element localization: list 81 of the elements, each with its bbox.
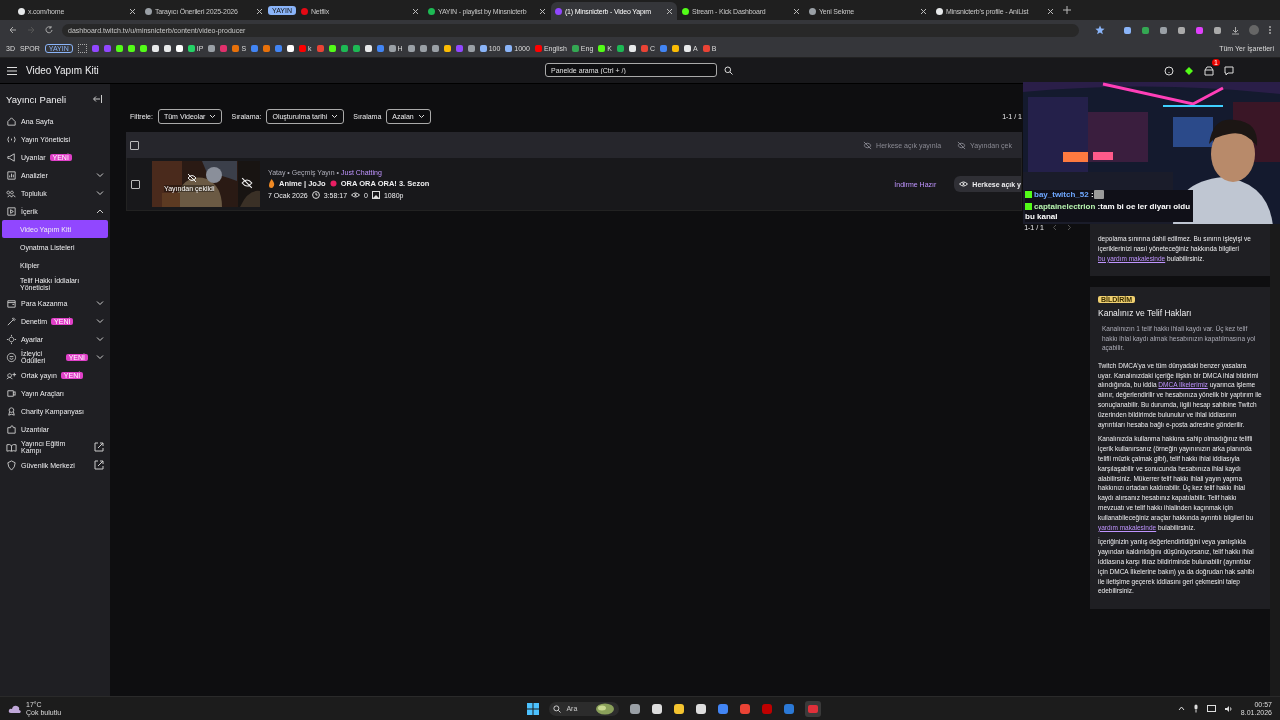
card-title: Kanalınız ve Telif Hakları (1098, 308, 1193, 319)
content-icon (6, 205, 17, 217)
flame-icon (268, 179, 275, 188)
bookmark-icon[interactable] (151, 45, 159, 52)
eye-icon (959, 180, 969, 188)
inbox-icon[interactable] (1204, 65, 1214, 76)
chat-icon[interactable] (1224, 65, 1234, 76)
eye-off-icon (241, 177, 253, 189)
scrollbar[interactable] (1270, 224, 1280, 696)
help-icon[interactable] (1164, 65, 1174, 76)
back-icon[interactable] (8, 25, 18, 35)
collapse-icon[interactable] (92, 95, 102, 103)
wand-icon (6, 315, 17, 327)
wallet-icon (6, 297, 17, 309)
close-icon[interactable] (411, 7, 419, 15)
panel-title: Yayıncı Paneli (6, 93, 67, 105)
plus-icon[interactable] (1062, 6, 1071, 14)
diamond-icon[interactable] (1184, 65, 1194, 76)
bookmark-icon[interactable] (328, 45, 336, 52)
windows-icon[interactable] (527, 702, 540, 715)
bookmark-icon[interactable] (127, 45, 135, 52)
bookmark-icon[interactable] (163, 45, 171, 52)
emote-icon (1093, 190, 1104, 200)
caret-icon (209, 113, 217, 119)
star-icon[interactable] (1095, 25, 1105, 35)
cloud-icon (8, 703, 22, 714)
app-icon[interactable] (629, 702, 642, 715)
live-icon (329, 180, 337, 187)
close-icon[interactable] (538, 7, 546, 15)
puzzle-icon (6, 423, 17, 435)
bookmark-icon[interactable] (139, 45, 147, 52)
chat-message: bay_twitch_52 : (1025, 190, 1193, 200)
chart-icon (6, 169, 17, 181)
checkbox[interactable] (130, 140, 139, 150)
checkbox[interactable] (131, 179, 140, 189)
menu-icon[interactable] (6, 65, 18, 76)
close-icon[interactable] (1046, 7, 1054, 15)
bookmark-icon[interactable] (364, 45, 372, 52)
download-icon[interactable] (1231, 25, 1240, 35)
close-icon[interactable] (919, 7, 927, 15)
previous-page-icon[interactable] (1052, 224, 1058, 231)
home-icon (6, 115, 17, 127)
image-icon (371, 191, 380, 199)
caret-icon[interactable] (1177, 706, 1185, 711)
bookmark-icon[interactable] (287, 45, 295, 52)
page-title: Video Yapım Kiti (26, 65, 99, 76)
search-icon (553, 704, 562, 713)
eye-off-icon (957, 140, 967, 150)
megaphone-icon (6, 151, 17, 163)
shield-icon (6, 459, 17, 471)
close-icon[interactable] (665, 7, 673, 15)
close-icon[interactable] (256, 7, 263, 15)
monitor-icon[interactable] (1206, 704, 1216, 713)
close-icon[interactable] (129, 7, 136, 15)
award-icon (6, 405, 17, 417)
widget-icon (595, 702, 616, 715)
reload-icon[interactable] (44, 25, 54, 35)
app-icon[interactable] (695, 702, 708, 715)
next-page-icon[interactable] (1066, 224, 1072, 231)
app-icon[interactable] (673, 702, 686, 715)
bookmark-icon[interactable] (175, 45, 183, 52)
eye-off-icon (187, 173, 197, 183)
caret-icon (417, 113, 425, 119)
eye-off-icon (863, 140, 873, 150)
apps-icon[interactable] (77, 44, 87, 53)
chat-message: captainelectrion :tam bi oe ler diyarı oldu bu kanal (1025, 202, 1192, 222)
close-icon[interactable] (792, 7, 800, 15)
chevron-icon[interactable] (96, 208, 104, 214)
book-icon (6, 441, 17, 453)
search-button[interactable] (721, 63, 735, 77)
bookmark-icon[interactable] (672, 45, 680, 52)
clock-icon (311, 191, 320, 199)
app-icon[interactable] (651, 702, 664, 715)
bookmark-icon[interactable] (115, 45, 123, 52)
microphone-icon[interactable] (1192, 704, 1199, 713)
eye-icon (351, 191, 361, 199)
caret-icon (331, 113, 339, 119)
gear-icon (6, 333, 17, 345)
speaker-icon[interactable] (1223, 704, 1233, 713)
bookmark-icon[interactable] (443, 45, 451, 52)
camera-icon (6, 387, 17, 399)
